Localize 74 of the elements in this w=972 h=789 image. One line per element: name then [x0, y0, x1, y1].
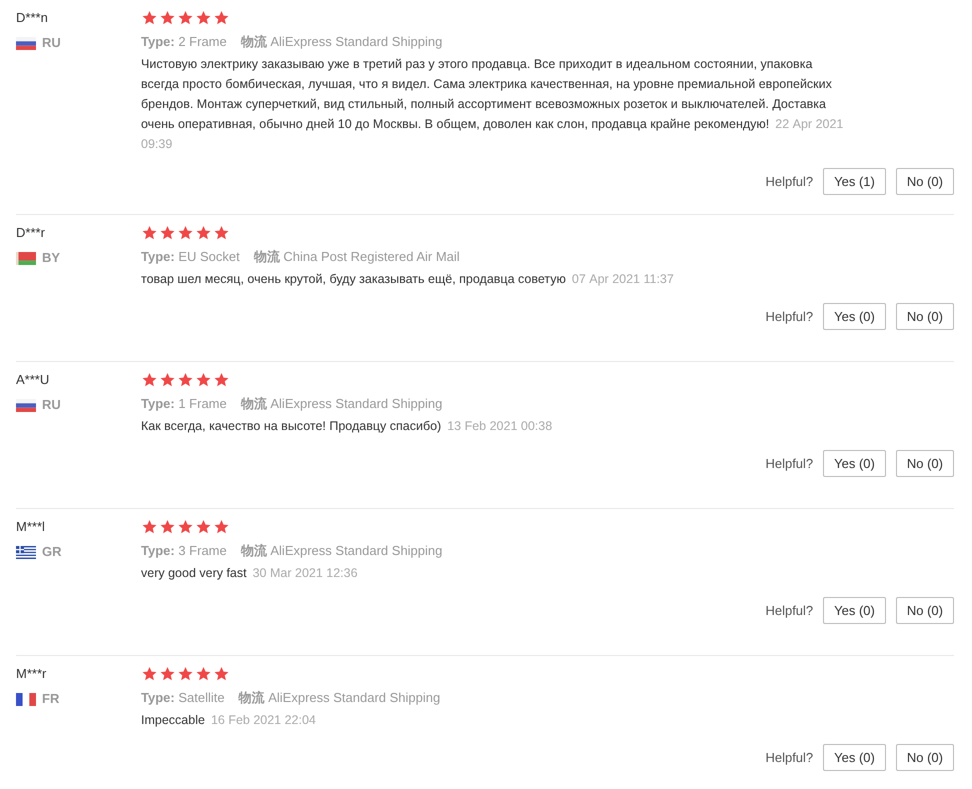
star-icon: [141, 666, 158, 682]
yes-button[interactable]: Yes (0): [823, 597, 886, 624]
country-code: RU: [42, 397, 61, 413]
reviewer-name: D***r: [16, 225, 45, 241]
yes-button[interactable]: Yes (0): [823, 303, 886, 330]
star-icon: [159, 225, 176, 241]
star-icon: [213, 519, 230, 535]
review-text: Как всегда, качество на высоте! Продавцу спасибо) 13 Feb 2021 00:38: [141, 418, 554, 435]
country-code: RU: [42, 35, 61, 51]
shipping-method: 物流 AliExpress Standard Shipping: [240, 543, 442, 559]
star-icon: [213, 10, 230, 26]
country-code: FR: [42, 691, 60, 707]
star-icon: [213, 372, 230, 388]
review-text: Impeccable 16 Feb 2021 22:04: [141, 712, 317, 729]
flag-icon: [16, 252, 36, 264]
product-type: Type: Satellite: [141, 690, 225, 706]
review-date: 30 Mar 2021 12:36: [252, 566, 358, 580]
star-icon: [159, 372, 176, 388]
helpful-label: Helpful?: [765, 174, 814, 189]
flag-icon: [16, 36, 36, 50]
shipping-method: 物流 AliExpress Standard Shipping: [240, 396, 442, 412]
no-button[interactable]: No (0): [896, 168, 954, 195]
star-icon: [141, 225, 158, 241]
shipping-method: 物流 AliExpress Standard Shipping: [238, 690, 440, 706]
reviewer-name: M***r: [16, 666, 46, 682]
star-icon: [159, 10, 176, 26]
reviewer-name: D***n: [16, 10, 48, 26]
star-icon: [159, 666, 176, 682]
helpful-label: Helpful?: [765, 603, 814, 618]
product-type: Type: 2 Frame: [141, 34, 227, 50]
country-code: BY: [42, 250, 60, 266]
review-text: Чистовую электрику заказываю уже в третий раз у этого продавца. Все приходит в идеальном состоянии, упаковка всегда просто бомбическая, лучшая, что я видел. Сама электрика качественная, на уровне премиальной европейских брендов. Монтаж суперчеткий, вид стильный, полный ассортимент всевозможных розеток и выключателей. Доставка очень оперативная, обычно дней 10 до Москвы. В общем, доволен как слон, продавца крайне рекомендую! 22 Apr 2021 09:39: [141, 56, 844, 153]
product-type: Type: EU Socket: [141, 249, 240, 265]
star-icon: [177, 519, 194, 535]
flag-icon: [16, 546, 36, 558]
no-button[interactable]: No (0): [896, 744, 954, 771]
no-button[interactable]: No (0): [896, 303, 954, 330]
review-date: 16 Feb 2021 22:04: [210, 713, 316, 727]
helpful-label: Helpful?: [765, 309, 814, 324]
shipping-method: 物流 China Post Registered Air Mail: [254, 249, 460, 265]
yes-button[interactable]: Yes (1): [823, 168, 886, 195]
star-icon: [141, 10, 158, 26]
star-icon: [195, 372, 212, 388]
helpful-label: Helpful?: [765, 750, 814, 765]
no-button[interactable]: No (0): [896, 450, 954, 477]
star-icon: [177, 10, 194, 26]
star-icon: [195, 666, 212, 682]
review-text: товар шел месяц, очень крутой, буду заказывать ещё, продавца советую 07 Apr 2021 11:37: [141, 271, 675, 288]
flag-icon: [16, 692, 36, 706]
star-icon: [141, 519, 158, 535]
review-text: very good very fast 30 Mar 2021 12:36: [141, 565, 359, 582]
yes-button[interactable]: Yes (0): [823, 744, 886, 771]
product-type: Type: 3 Frame: [141, 543, 227, 559]
star-icon: [159, 519, 176, 535]
no-button[interactable]: No (0): [896, 597, 954, 624]
star-icon: [177, 225, 194, 241]
shipping-method: 物流 AliExpress Standard Shipping: [240, 34, 442, 50]
reviewer-name: A***U: [16, 372, 50, 388]
yes-button[interactable]: Yes (0): [823, 450, 886, 477]
reviewer-name: M***l: [16, 519, 45, 535]
review-date: 07 Apr 2021 11:37: [572, 272, 674, 286]
star-icon: [177, 666, 194, 682]
star-icon: [195, 225, 212, 241]
star-icon: [195, 519, 212, 535]
star-icon: [141, 372, 158, 388]
star-icon: [195, 10, 212, 26]
flag-icon: [16, 398, 36, 412]
star-icon: [213, 225, 230, 241]
helpful-label: Helpful?: [765, 456, 814, 471]
country-code: GR: [42, 544, 62, 560]
star-icon: [177, 372, 194, 388]
review-date: 13 Feb 2021 00:38: [447, 419, 552, 433]
product-type: Type: 1 Frame: [141, 396, 227, 412]
star-icon: [213, 666, 230, 682]
